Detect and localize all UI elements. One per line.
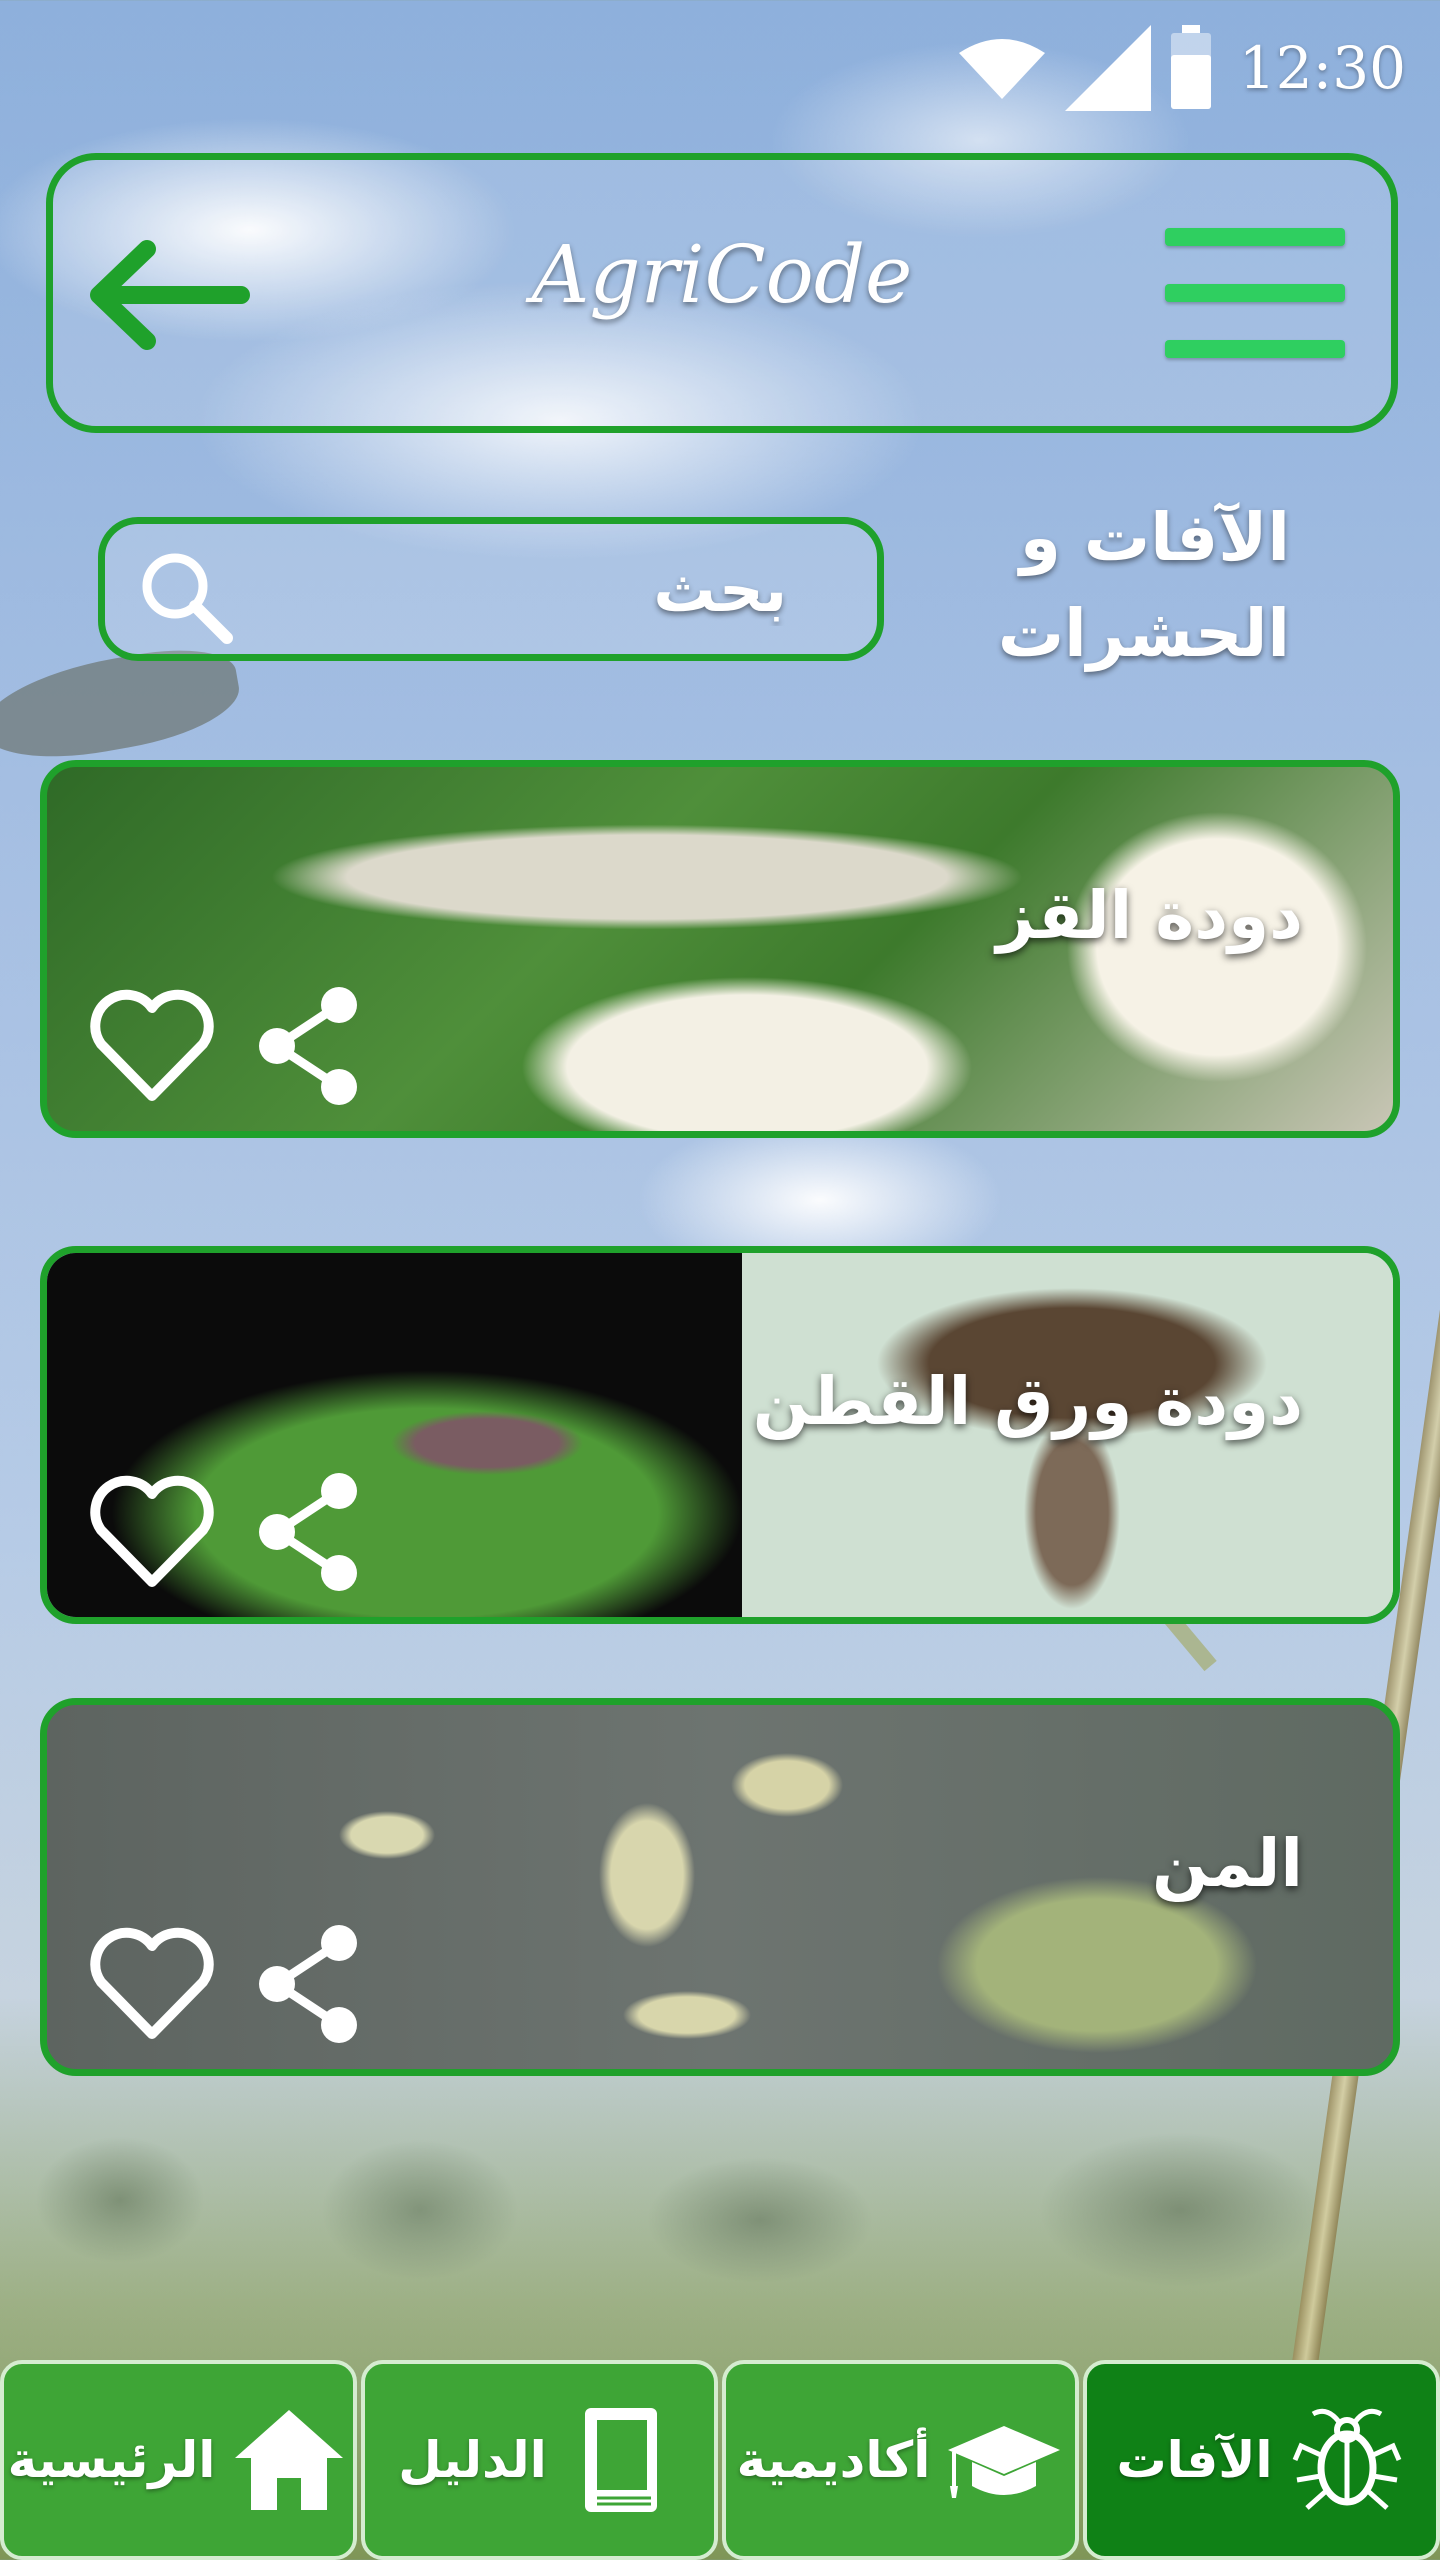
card-actions bbox=[87, 1919, 367, 2049]
pest-name: دودة ورق القطن bbox=[752, 1363, 1303, 1440]
menu-line bbox=[1165, 284, 1345, 302]
app-header: AgriCode bbox=[46, 153, 1398, 433]
home-icon bbox=[235, 2410, 344, 2510]
book-icon bbox=[584, 2408, 657, 2512]
wifi-icon bbox=[958, 39, 1045, 99]
nav-item-pests[interactable]: الآفات bbox=[1083, 2360, 1440, 2560]
card-actions bbox=[87, 1467, 367, 1597]
nav-label: أكاديمية bbox=[736, 2431, 931, 2489]
background-trees bbox=[0, 2080, 1440, 2300]
menu-line bbox=[1165, 228, 1345, 246]
nav-label: الآفات bbox=[1116, 2431, 1273, 2489]
share-icon[interactable] bbox=[247, 1467, 367, 1597]
pest-card[interactable]: المن bbox=[40, 1698, 1400, 2076]
pest-name: المن bbox=[1151, 1825, 1303, 1902]
pest-card[interactable]: دودة القز bbox=[40, 760, 1400, 1138]
nav-item-academy[interactable]: أكاديمية bbox=[722, 2360, 1079, 2560]
search-icon[interactable] bbox=[135, 546, 235, 646]
bug-icon bbox=[1292, 2408, 1401, 2510]
page-title: الآفات و الحشرات bbox=[997, 499, 1290, 672]
pest-name: دودة القز bbox=[996, 877, 1303, 954]
hamburger-menu-icon[interactable] bbox=[1165, 228, 1345, 358]
nav-label: الدليل bbox=[398, 2431, 547, 2489]
search-input[interactable] bbox=[255, 544, 787, 634]
bottom-navigation: الآفات أكاديمية الدليل الرئيسية bbox=[0, 2360, 1440, 2560]
heart-icon[interactable] bbox=[87, 1924, 217, 2044]
card-actions bbox=[87, 981, 367, 1111]
battery-icon bbox=[1170, 25, 1211, 109]
signal-icon bbox=[1064, 25, 1151, 111]
nav-label: الرئيسية bbox=[7, 2431, 216, 2489]
status-bar: 12:30 bbox=[957, 18, 1406, 118]
share-icon[interactable] bbox=[247, 1919, 367, 2049]
menu-line bbox=[1165, 340, 1345, 358]
share-icon[interactable] bbox=[247, 981, 367, 1111]
graduation-cap-icon bbox=[948, 2426, 1061, 2498]
pest-card[interactable]: دودة ورق القطن bbox=[40, 1246, 1400, 1624]
status-time: 12:30 bbox=[1238, 34, 1406, 102]
nav-item-guide[interactable]: الدليل bbox=[361, 2360, 718, 2560]
search-box[interactable] bbox=[98, 517, 884, 661]
heart-icon[interactable] bbox=[87, 1472, 217, 1592]
heart-icon[interactable] bbox=[87, 986, 217, 1106]
nav-item-home[interactable]: الرئيسية bbox=[0, 2360, 357, 2560]
